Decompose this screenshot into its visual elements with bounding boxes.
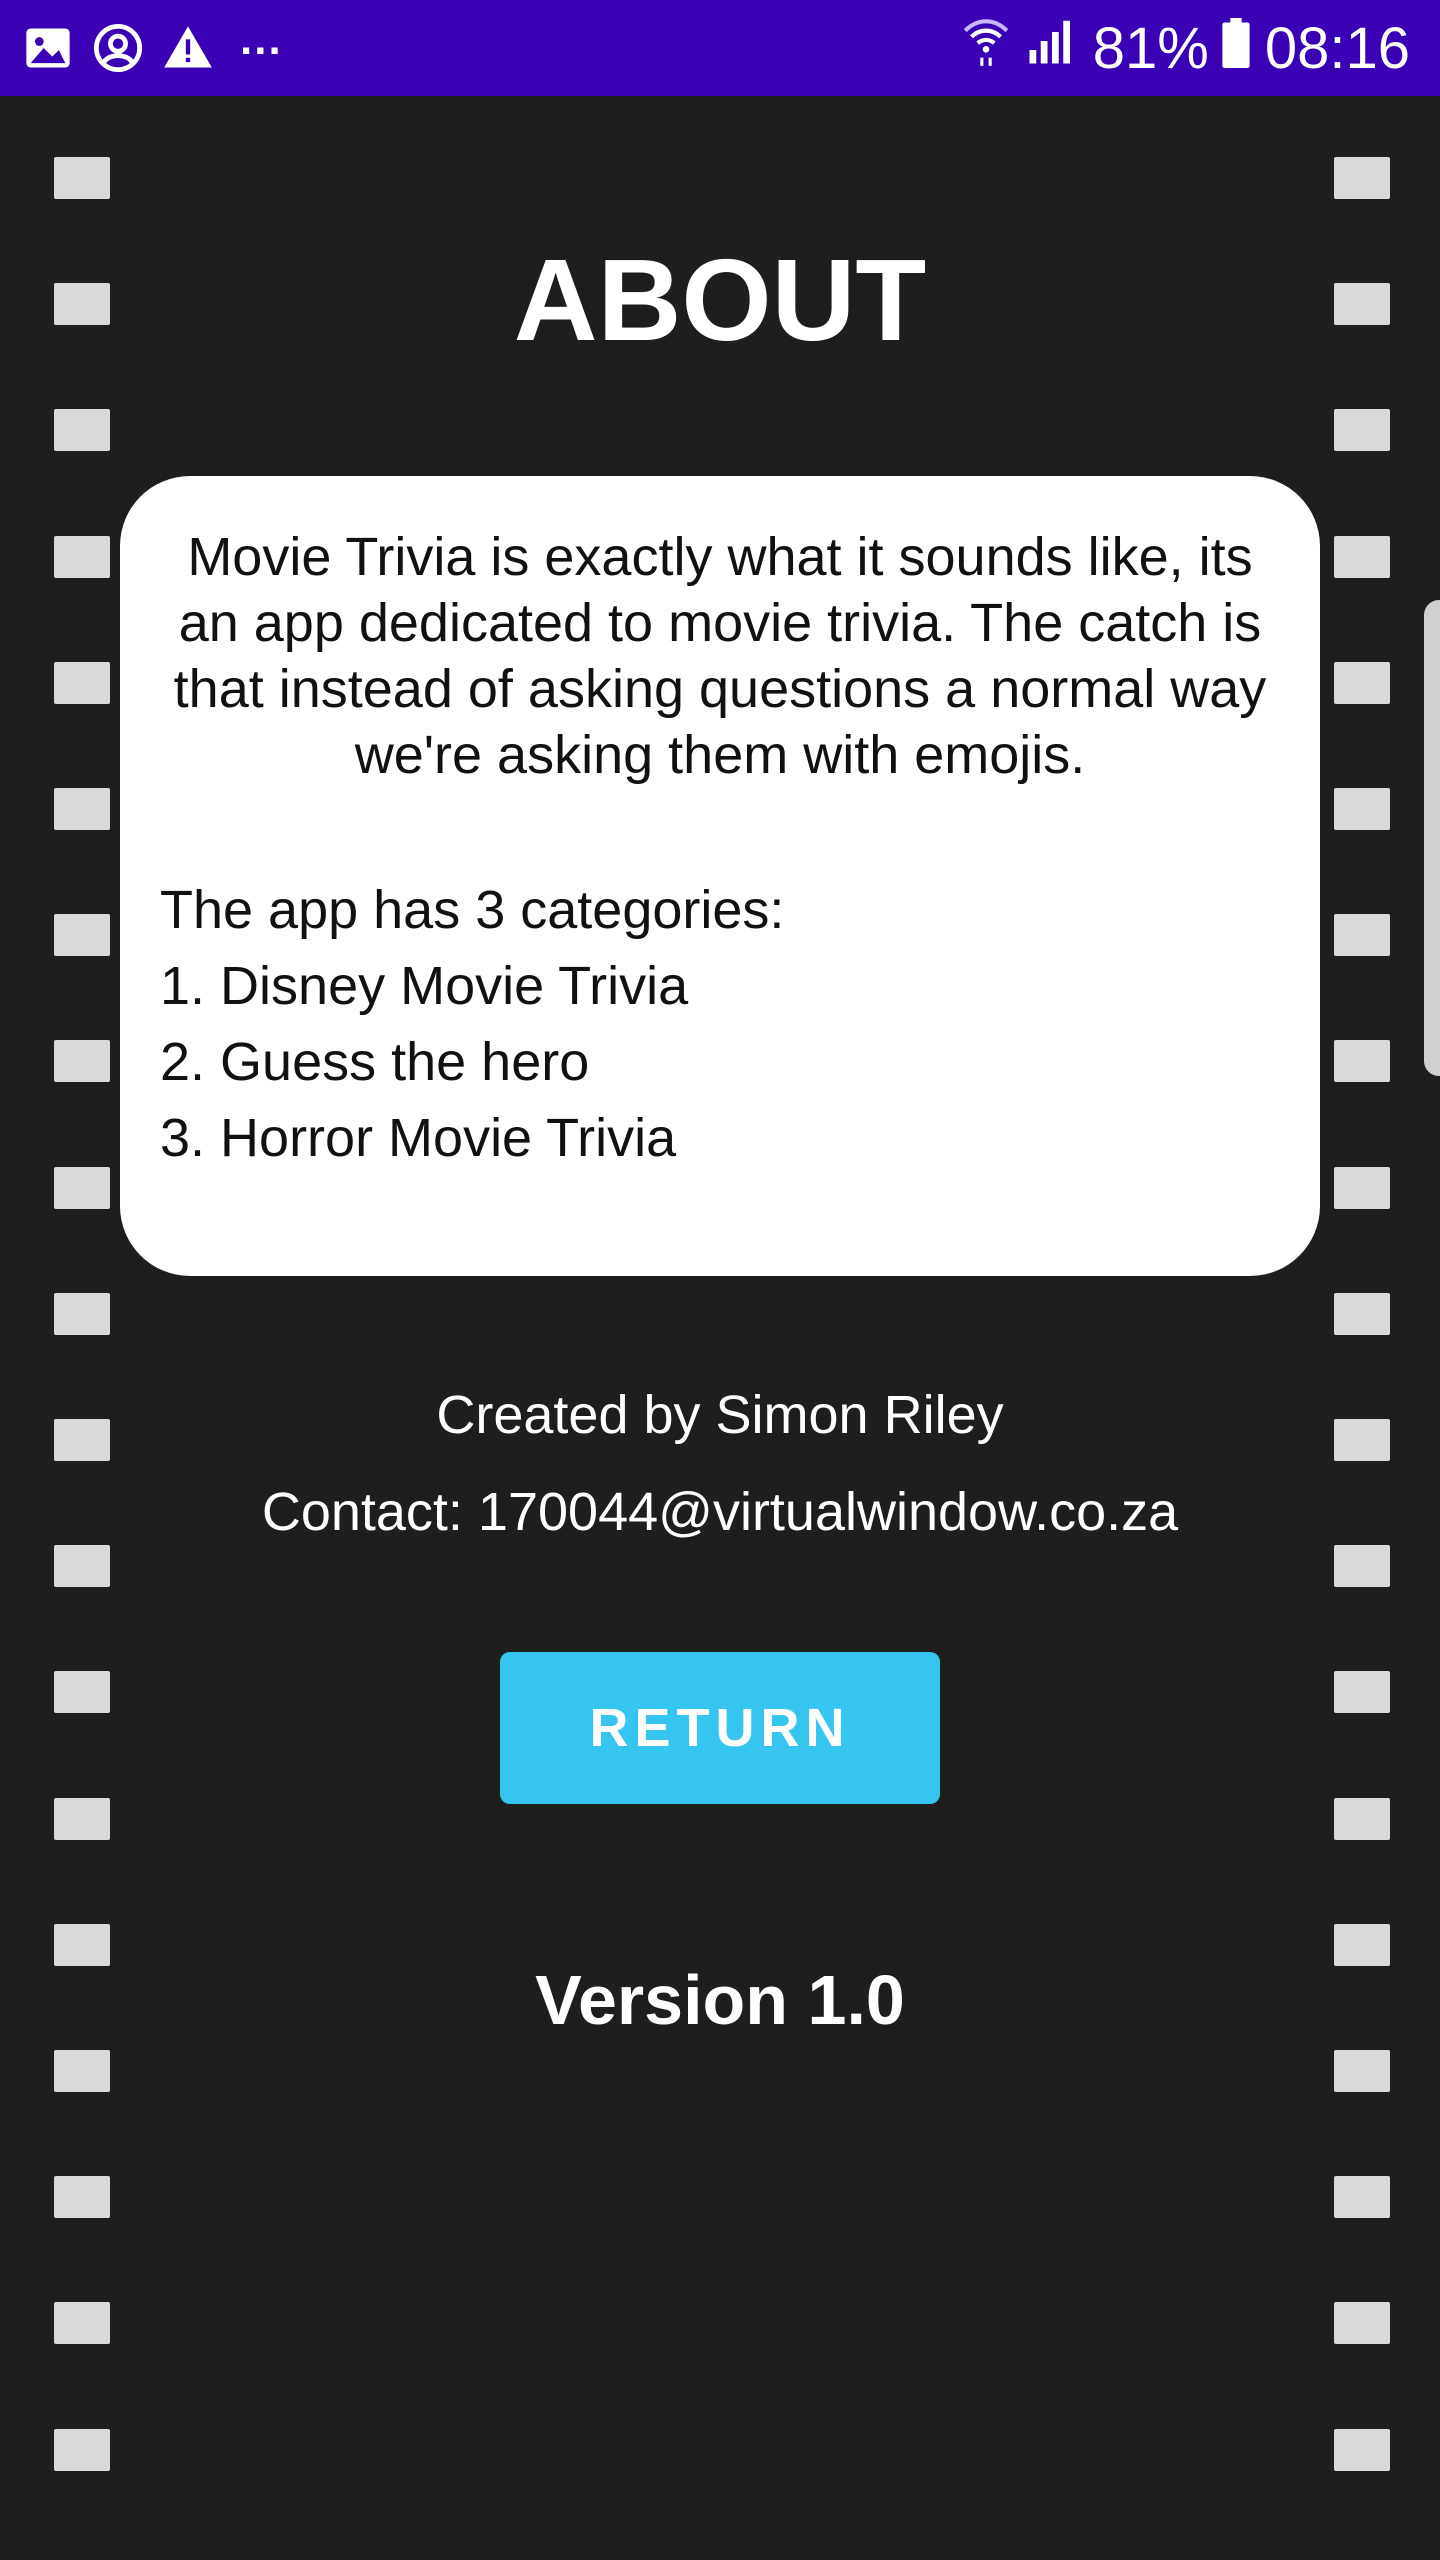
battery-percent: 81% <box>1092 15 1209 81</box>
sprocket-hole <box>1334 536 1390 578</box>
sprocket-hole <box>54 2050 110 2092</box>
version-label: Version 1.0 <box>535 1961 905 2039</box>
sprocket-hole <box>1334 2302 1390 2344</box>
category-item: 2. Guess the hero <box>160 1032 590 1092</box>
clock: 08:16 <box>1264 15 1410 81</box>
category-item: 3. Horror Movie Trivia <box>160 1108 677 1168</box>
category-item: 1. Disney Movie Trivia <box>160 956 689 1016</box>
sprocket-hole <box>54 157 110 199</box>
status-bar: ... 81% 08:16 <box>0 0 1440 96</box>
sprocket-hole <box>54 409 110 451</box>
battery-icon <box>1221 15 1251 82</box>
sprocket-hole <box>54 788 110 830</box>
more-notifications: ... <box>240 15 283 64</box>
app-description: Movie Trivia is exactly what it sounds l… <box>173 527 1267 785</box>
signal-icon <box>1025 14 1079 82</box>
account-circle-icon <box>92 22 144 74</box>
sprocket-hole <box>1334 2429 1390 2471</box>
contact-text: Contact: 170044@virtualwindow.co.za <box>261 1482 1179 1542</box>
sprocket-hole <box>1334 788 1390 830</box>
image-icon <box>22 22 74 74</box>
sprocket-hole <box>54 1293 110 1335</box>
categories-heading: The app has 3 categories: <box>160 880 785 940</box>
sprocket-hole <box>1334 157 1390 199</box>
sprocket-hole <box>54 1671 110 1713</box>
sprocket-hole <box>1334 662 1390 704</box>
sprocket-hole <box>54 1167 110 1209</box>
sprocket-hole <box>1334 1040 1390 1082</box>
sprocket-hole <box>1334 1798 1390 1840</box>
sprocket-hole <box>1334 1293 1390 1335</box>
created-by-text: Created by Simon Riley <box>436 1385 1004 1445</box>
about-card: Movie Trivia is exactly what it sounds l… <box>120 476 1320 1276</box>
sprocket-hole <box>54 1545 110 1587</box>
sprocket-hole <box>54 662 110 704</box>
sprocket-hole <box>1334 409 1390 451</box>
warning-icon <box>162 22 214 74</box>
scroll-handle[interactable] <box>1424 600 1440 1076</box>
sprocket-hole <box>1334 914 1390 956</box>
wifi-icon <box>961 14 1011 82</box>
sprocket-hole <box>54 2302 110 2344</box>
sprocket-hole <box>1334 2050 1390 2092</box>
sprocket-hole <box>54 536 110 578</box>
sprocket-hole <box>1334 1671 1390 1713</box>
status-notifications: ... <box>22 15 283 76</box>
sprocket-hole <box>54 914 110 956</box>
status-system: 81% 08:16 <box>961 14 1410 82</box>
sprocket-hole <box>54 1798 110 1840</box>
sprocket-hole <box>1334 1545 1390 1587</box>
return-button[interactable]: RETURN <box>500 1652 940 1804</box>
sprocket-hole <box>54 2429 110 2471</box>
page-title: ABOUT <box>513 235 927 365</box>
sprocket-hole <box>54 2176 110 2218</box>
sprocket-hole <box>54 1040 110 1082</box>
sprocket-hole <box>1334 1167 1390 1209</box>
sprocket-hole <box>1334 2176 1390 2218</box>
